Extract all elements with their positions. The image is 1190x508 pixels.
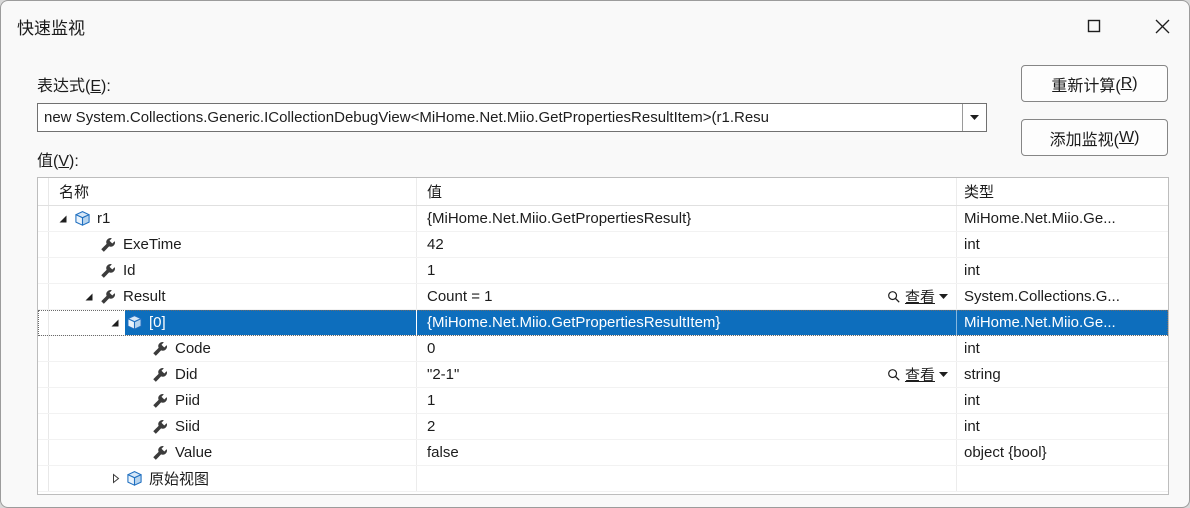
row-name: 原始视图: [149, 468, 209, 489]
reevaluate-button[interactable]: 重新计算(R): [1021, 65, 1168, 102]
property-icon: [151, 393, 169, 409]
table-row[interactable]: Siid 2 int: [38, 414, 1168, 440]
table-row[interactable]: Did "2-1" 查看 string: [38, 362, 1168, 388]
row-gutter: [38, 232, 49, 257]
expander-collapsed[interactable]: [105, 473, 125, 484]
row-value: {MiHome.Net.Miio.GetPropertiesResult}: [427, 210, 691, 227]
row-name: Piid: [175, 392, 200, 409]
maximize-icon: [1086, 18, 1102, 34]
row-type: [957, 466, 1168, 491]
property-icon: [99, 263, 117, 279]
magnifier-icon: [887, 290, 901, 304]
property-icon: [151, 341, 169, 357]
row-gutter: [38, 466, 49, 491]
row-type: int: [957, 336, 1168, 361]
row-name: Siid: [175, 418, 200, 435]
column-header-value[interactable]: 值: [417, 178, 957, 205]
expression-label: 表达式(E):: [37, 72, 111, 96]
row-type: int: [957, 414, 1168, 439]
maximize-button[interactable]: [1079, 12, 1109, 40]
row-name: Value: [175, 444, 212, 461]
expression-input[interactable]: new System.Collections.Generic.ICollecti…: [44, 104, 960, 131]
row-value: 1: [427, 262, 435, 279]
expression-combobox[interactable]: new System.Collections.Generic.ICollecti…: [37, 103, 987, 132]
row-type: System.Collections.G...: [957, 284, 1168, 309]
row-value: "2-1": [427, 366, 459, 383]
view-link[interactable]: 查看: [887, 364, 948, 385]
table-row[interactable]: 原始视图: [38, 466, 1168, 492]
row-value: {MiHome.Net.Miio.GetPropertiesResultItem…: [427, 314, 720, 331]
row-name: Id: [123, 262, 136, 279]
row-value: false: [427, 444, 459, 461]
row-value: Count = 1: [427, 288, 492, 305]
chevron-down-icon: [939, 294, 948, 299]
table-row[interactable]: Code 0 int: [38, 336, 1168, 362]
triangle-expanded-icon: [84, 292, 94, 302]
expression-dropdown-button[interactable]: [962, 104, 986, 131]
row-type: string: [957, 362, 1168, 387]
triangle-expanded-icon: [58, 214, 68, 224]
property-icon: [99, 237, 117, 253]
triangle-expanded-icon: [110, 318, 120, 328]
row-gutter: [38, 258, 49, 283]
object-icon: [125, 314, 143, 331]
row-gutter: [38, 440, 49, 465]
magnifier-icon: [887, 368, 901, 382]
row-gutter: [38, 206, 49, 231]
row-type: int: [957, 258, 1168, 283]
row-name: Did: [175, 366, 198, 383]
row-gutter: [38, 336, 49, 361]
row-type: object {bool}: [957, 440, 1168, 465]
row-value: 0: [427, 340, 435, 357]
row-gutter: [38, 284, 49, 309]
row-name: [0]: [149, 314, 166, 331]
row-name: Code: [175, 340, 211, 357]
row-gutter: [38, 362, 49, 387]
row-value: 2: [427, 418, 435, 435]
table-row[interactable]: ExeTime 42 int: [38, 232, 1168, 258]
column-header-name[interactable]: 名称: [49, 178, 417, 205]
property-icon: [151, 367, 169, 383]
chevron-down-icon: [970, 115, 979, 120]
object-icon: [73, 210, 91, 227]
row-type: MiHome.Net.Miio.Ge...: [957, 206, 1168, 231]
row-gutter: [38, 388, 49, 413]
row-value: 1: [427, 392, 435, 409]
object-icon: [125, 470, 143, 487]
row-name: ExeTime: [123, 236, 182, 253]
property-icon: [151, 445, 169, 461]
property-icon: [151, 419, 169, 435]
dialog-title: 快速监视: [17, 14, 85, 39]
row-type: int: [957, 232, 1168, 257]
add-watch-button[interactable]: 添加监视(W): [1021, 119, 1168, 156]
watch-grid: 名称 值 类型 r1 {MiHome.Net.Miio.GetPropertie…: [37, 177, 1169, 495]
chevron-down-icon: [939, 372, 948, 377]
row-gutter: [38, 414, 49, 439]
row-type: MiHome.Net.Miio.Ge...: [957, 310, 1168, 335]
triangle-collapsed-icon: [110, 473, 121, 484]
value-label: 值(V):: [37, 147, 79, 171]
column-header-type[interactable]: 类型: [957, 178, 1168, 205]
table-row-selected[interactable]: [0] {MiHome.Net.Miio.GetPropertiesResult…: [38, 310, 1168, 336]
expander-expanded[interactable]: [105, 318, 125, 328]
table-row[interactable]: Id 1 int: [38, 258, 1168, 284]
expander-expanded[interactable]: [79, 292, 99, 302]
quickwatch-dialog: 快速监视 表达式(E): new System.Collections.Gene…: [0, 0, 1190, 508]
grid-header: 名称 值 类型: [38, 178, 1168, 206]
row-value: 42: [427, 236, 444, 253]
expander-expanded[interactable]: [53, 214, 73, 224]
close-button[interactable]: [1147, 12, 1177, 40]
row-name: Result: [123, 288, 166, 305]
close-icon: [1154, 18, 1171, 35]
table-row[interactable]: Result Count = 1 查看 System.Collections.G…: [38, 284, 1168, 310]
table-row[interactable]: Piid 1 int: [38, 388, 1168, 414]
row-type: int: [957, 388, 1168, 413]
table-row[interactable]: Value false object {bool}: [38, 440, 1168, 466]
gutter-header: [38, 178, 49, 205]
view-link[interactable]: 查看: [887, 286, 948, 307]
row-name: r1: [97, 210, 110, 227]
property-icon: [99, 289, 117, 305]
row-gutter: [38, 310, 49, 335]
table-row[interactable]: r1 {MiHome.Net.Miio.GetPropertiesResult}…: [38, 206, 1168, 232]
